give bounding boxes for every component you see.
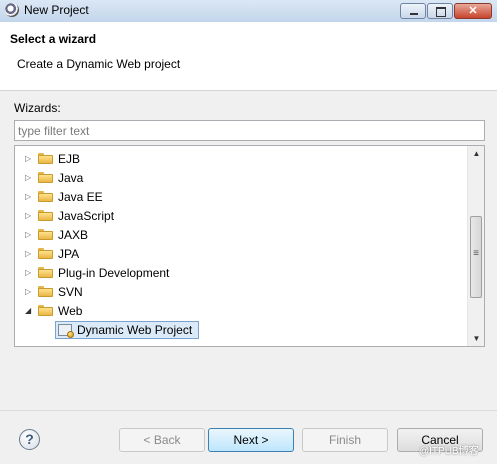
folder-icon <box>38 172 53 183</box>
expand-arrow-icon[interactable]: ▷ <box>25 192 31 201</box>
back-button[interactable]: < Back <box>119 428 205 452</box>
tree-item-label: SVN <box>58 285 83 299</box>
button-bar-divider <box>0 410 497 411</box>
tree-item-jaxb[interactable]: ▷ JAXB <box>15 225 467 244</box>
expand-arrow-icon[interactable]: ▷ <box>25 268 31 277</box>
wizard-banner: Select a wizard Create a Dynamic Web pro… <box>0 22 497 91</box>
folder-icon <box>38 286 53 297</box>
folder-icon <box>38 210 53 221</box>
tree-item-svn[interactable]: ▷ SVN <box>15 282 467 301</box>
vertical-scrollbar[interactable]: ▲ ▼ <box>467 146 484 346</box>
finish-button[interactable]: Finish <box>302 428 388 452</box>
title-bar[interactable]: New Project <box>0 0 497 23</box>
wizard-tree: ▷ EJB ▷ Java ▷ Java EE ▷ JavaScript ▷ JA… <box>14 145 485 347</box>
tree-item-plug-in-development[interactable]: ▷ Plug-in Development <box>15 263 467 282</box>
tree-item-javascript[interactable]: ▷ JavaScript <box>15 206 467 225</box>
folder-icon <box>38 191 53 202</box>
folder-icon <box>38 153 53 164</box>
tree-item-label: JavaScript <box>58 209 115 223</box>
tree-item-label: Plug-in Development <box>58 266 170 280</box>
expand-arrow-icon[interactable]: ▷ <box>25 173 31 182</box>
tree-item-label: JAXB <box>58 228 89 242</box>
tree-item-label: Java <box>58 171 84 185</box>
web-project-icon <box>58 324 74 338</box>
expand-arrow-icon[interactable]: ▷ <box>25 211 31 220</box>
folder-icon <box>38 248 53 259</box>
close-button[interactable] <box>454 3 492 19</box>
tree-item-label: Dynamic Web Project <box>77 323 193 337</box>
banner-title: Select a wizard <box>10 32 97 46</box>
collapse-arrow-icon[interactable]: ◢ <box>25 306 31 315</box>
tree-item-label: JPA <box>58 247 80 261</box>
folder-icon <box>38 267 53 278</box>
watermark: @ITPUB博客 <box>419 446 479 457</box>
selected-tree-item[interactable]: Dynamic Web Project <box>55 321 199 339</box>
tree-item-web[interactable]: ◢ Web <box>15 301 467 320</box>
help-icon[interactable]: ? <box>19 429 40 450</box>
window-title: New Project <box>24 3 89 17</box>
folder-open-icon <box>38 305 53 316</box>
expand-arrow-icon[interactable]: ▷ <box>25 287 31 296</box>
wizards-label: Wizards: <box>14 101 61 115</box>
tree-item-dynamic-web-project[interactable]: Dynamic Web Project <box>15 321 467 340</box>
next-button[interactable]: Next > <box>208 428 294 452</box>
folder-icon <box>38 229 53 240</box>
expand-arrow-icon[interactable]: ▷ <box>25 230 31 239</box>
tree-item-label: EJB <box>58 152 81 166</box>
filter-input[interactable] <box>14 120 485 141</box>
eclipse-icon <box>5 3 19 17</box>
tree-item-java[interactable]: ▷ Java <box>15 168 467 187</box>
new-project-dialog: New Project Select a wizard Create a Dyn… <box>0 0 497 464</box>
scroll-up-icon[interactable]: ▲ <box>468 149 484 158</box>
scroll-thumb[interactable] <box>470 216 482 298</box>
minimize-button[interactable] <box>400 3 426 19</box>
expand-arrow-icon[interactable]: ▷ <box>25 154 31 163</box>
banner-description: Create a Dynamic Web project <box>17 57 181 71</box>
scroll-down-icon[interactable]: ▼ <box>468 334 484 343</box>
tree-item-label: Java EE <box>58 190 103 204</box>
tree-item-jpa[interactable]: ▷ JPA <box>15 244 467 263</box>
tree-item-label: Web <box>58 304 83 318</box>
tree-item-ejb[interactable]: ▷ EJB <box>15 149 467 168</box>
maximize-button[interactable] <box>427 3 453 19</box>
expand-arrow-icon[interactable]: ▷ <box>25 249 31 258</box>
tree-item-java-ee[interactable]: ▷ Java EE <box>15 187 467 206</box>
